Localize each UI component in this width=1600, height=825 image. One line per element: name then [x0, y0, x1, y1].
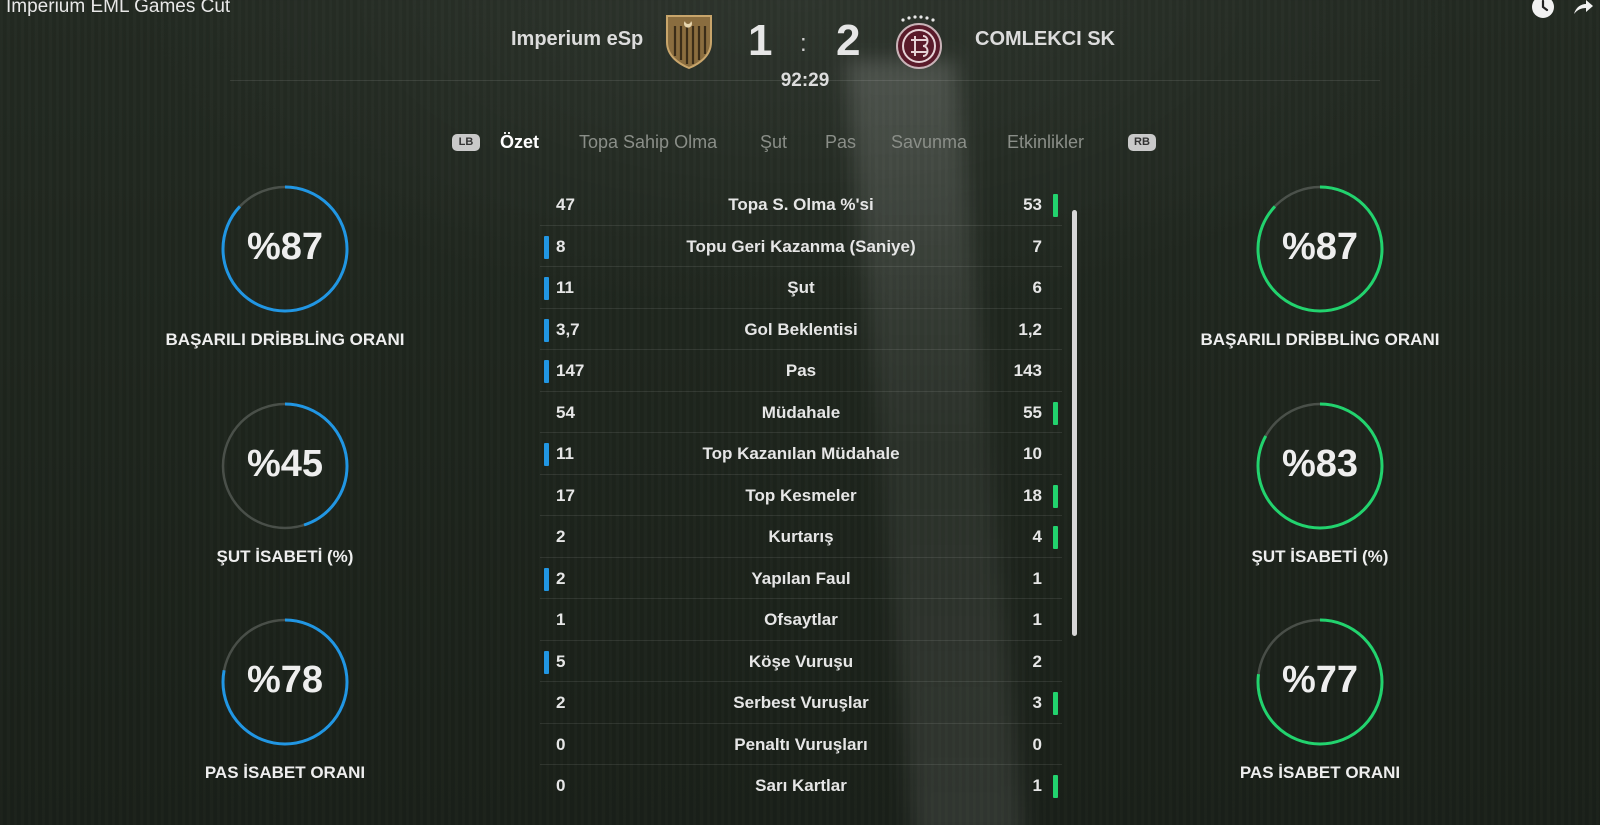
stats-table: 47 Topa S. Olma %'si 53 8 Topu Geri Kazanma …	[540, 184, 1062, 807]
home-ring-caption: BAŞARILI DRİBBLİNG ORANI	[165, 330, 405, 349]
away-ring-value: %77	[1281, 659, 1359, 701]
away-team-name: COMLEKCI SK	[975, 28, 1115, 50]
stat-row: 1 Ofsaytlar 1	[540, 599, 1062, 641]
stat-away-value: 2	[1032, 651, 1042, 671]
home-ring-value: %78	[246, 659, 324, 701]
away-ring-caption: PAS İSABET ORANI	[1239, 763, 1401, 782]
stat-label: Serbest Vuruşlar	[733, 693, 869, 712]
stat-row: 0 Sarı Kartlar 1	[540, 765, 1062, 807]
away-score: 2	[836, 16, 861, 65]
stat-label: Top Kazanılan Müdahale	[702, 444, 900, 463]
stat-label: Topu Geri Kazanma (Saniye)	[686, 236, 916, 256]
tab-pas[interactable]: Pas	[825, 132, 856, 153]
stat-label: Gol Beklentisi	[744, 319, 858, 339]
stats-tab-bar: LB Özet Topa Sahip Olma Şut Pas Savunma …	[0, 132, 1600, 156]
score-separator: :	[800, 30, 807, 57]
away-ring-caption: BAŞARILI DRİBBLİNG ORANI	[1200, 330, 1440, 349]
home-ring-value: %45	[246, 443, 324, 485]
stat-label: Top Kesmeler	[745, 485, 857, 505]
stat-away-value: 53	[1023, 195, 1042, 214]
home-score: 1	[748, 16, 773, 65]
stat-row: 11 Top Kazanılan Müdahale 10	[540, 433, 1062, 475]
stats-scrollbar[interactable]	[1072, 210, 1077, 636]
stat-away-value: 143	[1013, 361, 1042, 380]
tab-sut[interactable]: Şut	[760, 132, 787, 153]
stat-label: Yapılan Faul	[751, 568, 851, 588]
stat-away-value: 7	[1032, 236, 1042, 256]
away-ring-value: %87	[1281, 226, 1359, 268]
stat-label: Müdahale	[761, 402, 841, 422]
away-team-crest-icon	[896, 15, 942, 69]
stat-row: 2 Kurtarış 4	[540, 516, 1062, 558]
tab-topa-sahip-olma[interactable]: Topa Sahip Olma	[579, 132, 717, 153]
clock-icon[interactable]	[1530, 0, 1556, 20]
away-ring-caption: ŞUT İSABETİ (%)	[1251, 547, 1389, 566]
stat-label: Kurtarış	[768, 527, 834, 546]
stat-label: Ofsaytlar	[764, 610, 838, 629]
stat-row: 47 Topa S. Olma %'si 53	[540, 184, 1062, 226]
tab-savunma[interactable]: Savunma	[891, 132, 967, 153]
stat-away-value: 1	[1032, 776, 1042, 795]
stat-row: 147 Pas 143	[540, 350, 1062, 392]
tab-ozet[interactable]: Özet	[500, 132, 539, 153]
stat-row: 8 Topu Geri Kazanma (Saniye) 7	[540, 226, 1062, 267]
stat-label: Pas	[785, 361, 817, 380]
stat-row: 2 Serbest Vuruşlar 3	[540, 682, 1062, 724]
stat-away-value: 55	[1023, 402, 1042, 422]
home-ring-caption: PAS İSABET ORANI	[204, 763, 366, 782]
home-team-crest-icon	[666, 15, 712, 70]
stat-row: 0 Penaltı Vuruşları 0	[540, 724, 1062, 765]
match-time: 92:29	[780, 70, 830, 91]
stat-away-value: 10	[1023, 444, 1042, 463]
stat-away-value: 0	[1032, 734, 1042, 754]
stat-label: Şut	[787, 278, 815, 297]
stat-label: Topa S. Olma %'si	[728, 195, 874, 214]
lb-bumper-icon[interactable]: LB	[452, 134, 480, 151]
stat-away-value: 1	[1032, 610, 1042, 629]
tab-etkinlikler[interactable]: Etkinlikler	[1007, 132, 1084, 153]
video-title: Imperium EML Games Cut	[6, 0, 231, 17]
stat-row: 54 Müdahale 55	[540, 392, 1062, 433]
stat-row: 17 Top Kesmeler 18	[540, 475, 1062, 516]
stat-away-value: 6	[1032, 278, 1042, 297]
stat-row: 2 Yapılan Faul 1	[540, 558, 1062, 599]
stat-away-value: 18	[1023, 485, 1042, 505]
stat-row: 3,7 Gol Beklentisi 1,2	[540, 309, 1062, 350]
stat-away-value: 1	[1032, 568, 1042, 588]
share-icon[interactable]	[1570, 0, 1596, 20]
stat-label: Köşe Vuruşu	[748, 651, 854, 671]
home-ring-caption: ŞUT İSABETİ (%)	[216, 547, 354, 566]
rb-bumper-icon[interactable]: RB	[1128, 134, 1156, 151]
home-team-name: Imperium eSp	[511, 28, 644, 50]
home-ring-value: %87	[246, 226, 324, 268]
stat-row: 11 Şut 6	[540, 267, 1062, 309]
stat-away-value: 1,2	[1018, 319, 1042, 339]
stat-label: Sarı Kartlar	[755, 776, 847, 795]
stat-label: Penaltı Vuruşları	[734, 734, 868, 754]
stat-away-value: 4	[1032, 527, 1042, 546]
stat-away-value: 3	[1032, 693, 1042, 712]
away-ring-value: %83	[1281, 443, 1359, 485]
stat-row: 5 Köşe Vuruşu 2	[540, 641, 1062, 682]
